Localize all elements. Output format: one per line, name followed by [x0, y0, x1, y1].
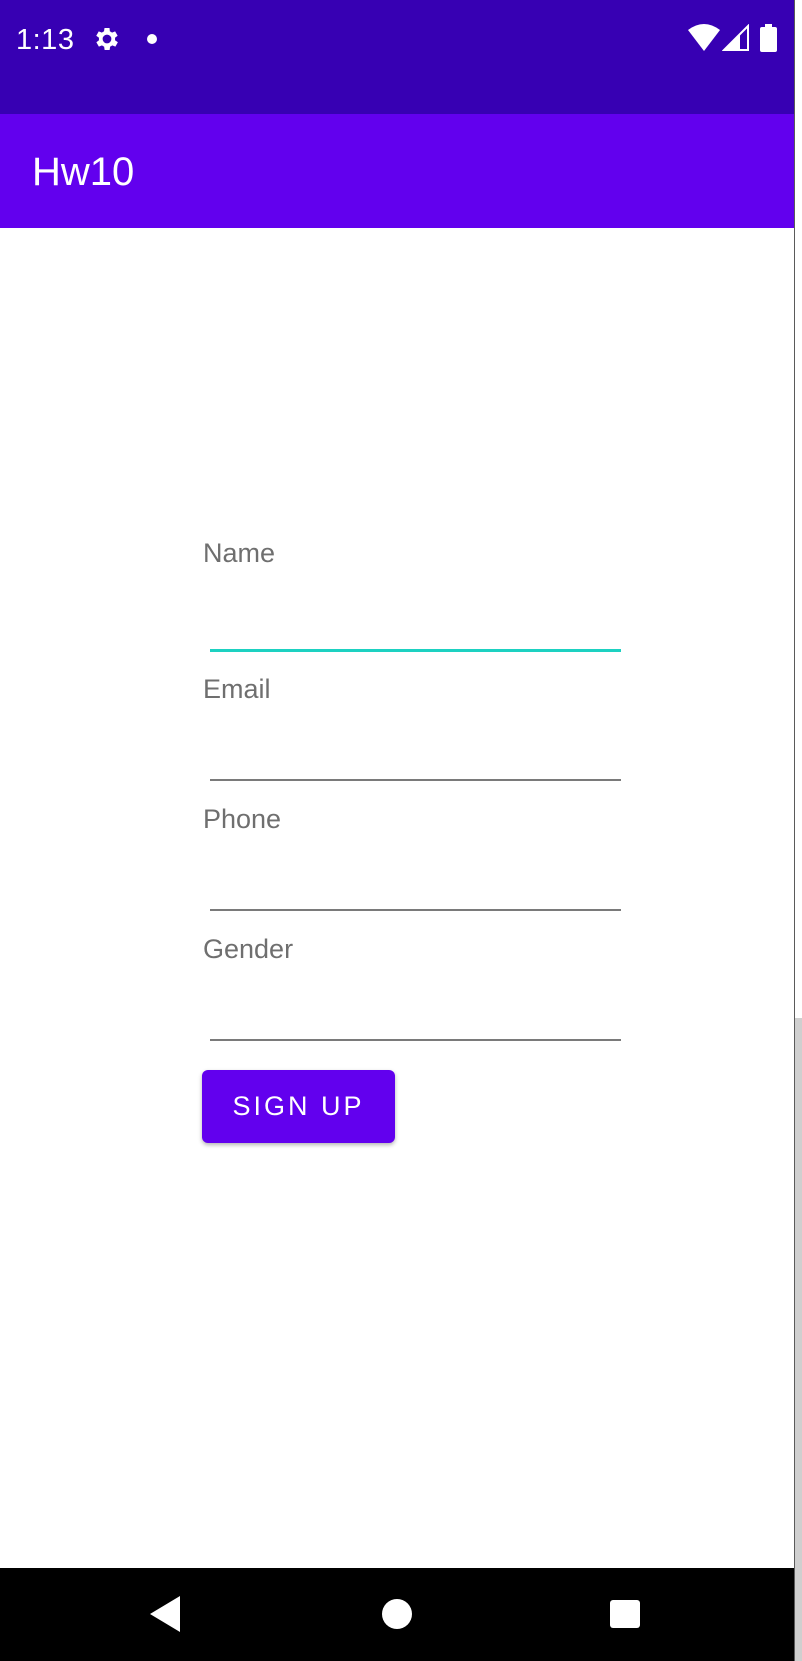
back-icon[interactable] [150, 1596, 182, 1632]
phone-field[interactable] [210, 909, 621, 911]
gender-label: Gender [203, 934, 294, 964]
status-bar: 1:13 [0, 0, 794, 114]
sign-up-button[interactable]: SIGN UP [202, 1070, 395, 1143]
home-icon[interactable] [382, 1599, 412, 1629]
email-label: Email [203, 674, 271, 704]
name-field[interactable] [210, 649, 621, 652]
gender-field[interactable] [210, 1039, 621, 1041]
screen-edge-shade [795, 1018, 802, 1661]
app-bar: Hw10 [0, 114, 794, 228]
phone-label: Phone [203, 804, 282, 834]
wifi-icon [688, 24, 720, 51]
recents-icon[interactable] [610, 1600, 640, 1628]
navigation-bar [0, 1568, 794, 1661]
name-label: Name [203, 538, 276, 568]
screen-edge-line [794, 0, 795, 1661]
email-field[interactable] [210, 779, 621, 781]
cell-signal-icon [722, 24, 749, 51]
app-title: Hw10 [32, 150, 135, 194]
notification-dot-icon [147, 34, 157, 44]
battery-icon [760, 24, 777, 52]
gear-icon [96, 28, 118, 50]
app-screen: 1:13 Hw10 Name Email Phone Gender SIGN U… [0, 0, 794, 1661]
status-time: 1:13 [16, 24, 75, 56]
